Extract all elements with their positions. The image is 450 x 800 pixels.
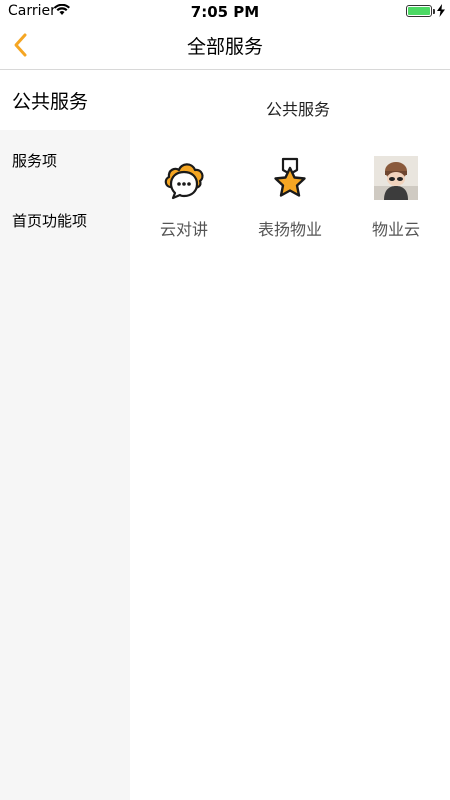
section-title: 公共服务 [265, 100, 330, 119]
lightning-bolt-icon [437, 4, 445, 17]
star-medal-icon [274, 157, 306, 197]
battery-cap [433, 9, 435, 14]
sidebar-item-label: 首页功能项 [12, 212, 88, 230]
service-property-cloud[interactable]: 物业云 [346, 156, 446, 246]
service-label: 云对讲 [159, 220, 208, 239]
main-content: 公共服务 云对讲 表扬物业 物业云 [130, 70, 450, 800]
cloud-chat-icon [164, 163, 204, 200]
photo-thumbnail-icon [374, 156, 418, 200]
sidebar-item-service-items[interactable]: 服务项 [0, 130, 130, 190]
status-time: 7:05 PM [190, 3, 260, 21]
service-praise-property[interactable]: 表扬物业 [240, 156, 340, 246]
status-bar: Carrier 7:05 PM [0, 0, 450, 22]
sidebar-item-public-services[interactable]: 公共服务 [0, 70, 130, 130]
sidebar-item-label: 服务项 [12, 152, 58, 170]
sidebar-item-home-features[interactable]: 首页功能项 [0, 190, 130, 250]
service-cloud-intercom[interactable]: 云对讲 [134, 156, 234, 246]
service-label: 物业云 [371, 220, 420, 239]
battery-icon [406, 5, 432, 17]
sidebar-item-label: 公共服务 [12, 91, 89, 113]
category-sidebar: 公共服务 服务项 首页功能项 [0, 70, 130, 800]
service-label: 表扬物业 [257, 220, 322, 239]
navigation-bar: 全部服务 [0, 22, 450, 70]
page-title: 全部服务 [186, 36, 263, 58]
